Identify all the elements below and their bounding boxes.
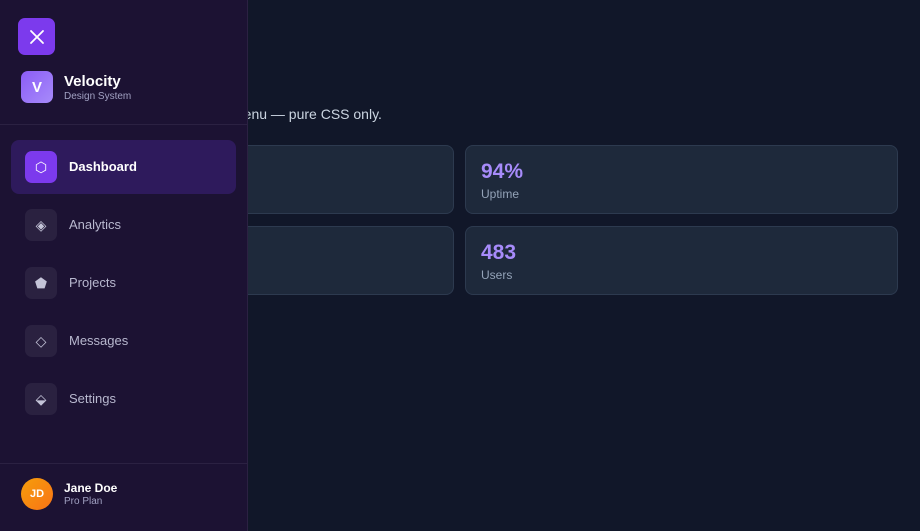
nav-label: Dashboard <box>69 159 137 174</box>
brand-logo: V <box>21 71 53 103</box>
stat-card-uptime: 94% Uptime <box>465 145 898 214</box>
avatar[interactable]: JD <box>21 478 53 510</box>
nav-item-analytics[interactable]: ◈ Analytics <box>11 198 236 252</box>
nav-item-dashboard[interactable]: ⬡ Dashboard <box>11 140 236 194</box>
pentagon-icon: ⬟ <box>25 267 57 299</box>
diamond-icon: ◈ <box>25 209 57 241</box>
diamond-outline-icon: ◇ <box>25 325 57 357</box>
stat-value: 94% <box>481 160 524 183</box>
settings-icon: ⬙ <box>25 383 57 415</box>
page: menu — pure CSS only. 94% Uptime 483 Use… <box>0 0 920 531</box>
stat-label: Users <box>481 268 513 282</box>
divider <box>0 124 247 125</box>
brand-name: Velocity <box>64 73 121 90</box>
page-subtitle: menu — pure CSS only. <box>232 106 382 122</box>
divider <box>0 463 247 464</box>
stat-card <box>232 226 454 295</box>
close-button[interactable] <box>18 18 55 55</box>
stat-card <box>232 145 454 214</box>
stat-value: 483 <box>481 241 517 264</box>
side-drawer: V Velocity Design System ⬡ Dashboard ◈ A… <box>0 0 248 531</box>
nav-label: Analytics <box>69 217 122 232</box>
user-name: Jane Doe <box>64 481 118 495</box>
nav-item-messages[interactable]: ◇ Messages <box>11 314 236 368</box>
stat-label: Uptime <box>481 187 520 201</box>
hexagon-icon: ⬡ <box>25 151 57 183</box>
nav-label: Settings <box>69 391 116 406</box>
nav-label: Projects <box>69 275 116 290</box>
brand-subtitle: Design System <box>64 91 132 102</box>
user-plan: Pro Plan <box>64 496 103 507</box>
nav-label: Messages <box>69 333 129 348</box>
nav-item-settings[interactable]: ⬙ Settings <box>11 372 236 426</box>
stat-card-users: 483 Users <box>465 226 898 295</box>
nav-item-projects[interactable]: ⬟ Projects <box>11 256 236 310</box>
close-icon <box>29 29 44 44</box>
